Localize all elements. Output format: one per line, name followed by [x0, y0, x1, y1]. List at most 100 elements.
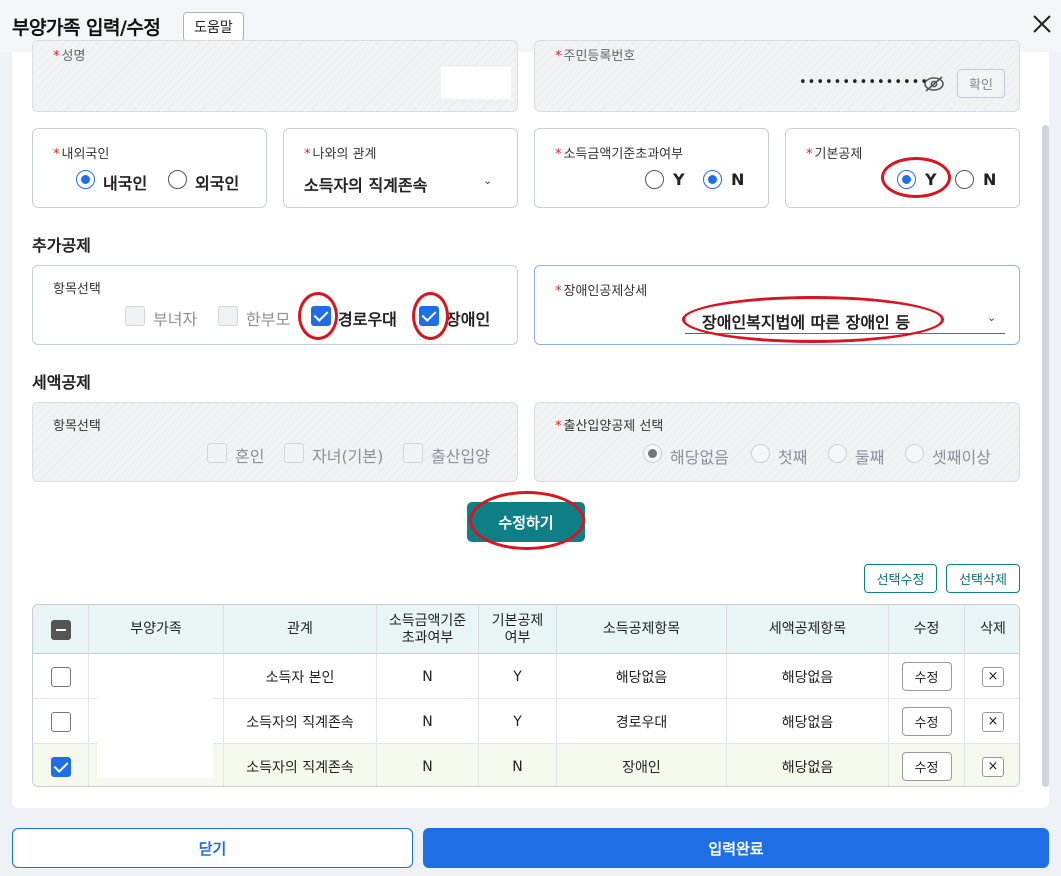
header-dependent: 부양가족 — [89, 605, 224, 654]
tax-credit-title: 세액공제 — [32, 373, 91, 392]
edit-cell: 수정 — [889, 654, 965, 699]
birth-adopt-label: * 출산입양공제 선택 — [555, 419, 664, 434]
header-income-exceed-line2: 초과여부 — [401, 629, 454, 646]
checkbox-senior[interactable] — [311, 306, 331, 326]
checkbox-single-parent[interactable] — [218, 306, 238, 326]
complete-button[interactable]: 입력완료 — [423, 828, 1049, 868]
checkbox-birth[interactable] — [403, 443, 423, 463]
row-checkbox[interactable] — [50, 756, 71, 777]
extra-deduction-title: 추가공제 — [32, 236, 91, 255]
checkbox-disabled[interactable] — [419, 306, 439, 326]
edit-selected-button[interactable]: 선택수정 — [864, 564, 937, 593]
checkbox-senior-label: 경로우대 — [338, 310, 397, 329]
checkbox-child[interactable] — [284, 443, 304, 463]
radio-birth-first-label: 첫째 — [778, 448, 808, 467]
tax-item-cell: 해당없음 — [727, 699, 889, 744]
radio-basic-n[interactable] — [955, 170, 974, 189]
checkbox-women[interactable] — [125, 306, 145, 326]
basic-cell: Y — [479, 699, 557, 744]
radio-birth-third[interactable] — [905, 444, 924, 463]
relation-card[interactable]: * 나와의 관계 소득자의 직계존속 ⌄ — [283, 128, 518, 208]
checkbox-child-label: 자녀(기본) — [312, 447, 384, 466]
header-basic-line1: 기본공제 — [491, 612, 544, 629]
help-button[interactable]: 도움말 — [183, 12, 244, 42]
name-label: * 성명 — [53, 49, 86, 64]
header-relation: 관계 — [224, 605, 377, 654]
rrn-label: * 주민등록번호 — [555, 49, 636, 64]
header-basic-line2: 여부 — [504, 629, 531, 646]
checkbox-women-label: 부녀자 — [153, 310, 198, 329]
header-select-all[interactable] — [33, 605, 89, 654]
radio-domestic[interactable] — [76, 170, 95, 189]
row-delete-button[interactable]: × — [982, 711, 1004, 732]
extra-items-card: 항목선택 부녀자 한부모 경로우대 장애인 — [32, 265, 518, 345]
relation-select[interactable]: 소득자의 직계존속 — [304, 172, 427, 196]
redacted-names — [97, 656, 213, 778]
nationality-card: * 내외국인 내국인 외국인 — [32, 128, 267, 208]
checkbox-disabled-label: 장애인 — [446, 310, 491, 329]
basic-cell: Y — [479, 654, 557, 699]
radio-basic-y[interactable] — [897, 170, 916, 189]
birth-adopt-card: * 출산입양공제 선택 해당없음 첫째 둘째 셋째이상 — [534, 402, 1020, 482]
row-edit-button[interactable]: 수정 — [901, 752, 952, 781]
delete-selected-button[interactable]: 선택삭제 — [946, 564, 1020, 593]
radio-birth-third-label: 셋째이상 — [932, 448, 991, 467]
row-select-cell — [33, 654, 89, 699]
radio-birth-none-label: 해당없음 — [670, 448, 729, 467]
row-select-cell — [33, 744, 89, 786]
relation-cell: 소득자의 직계존속 — [224, 744, 377, 786]
radio-basic-n-label: N — [983, 170, 997, 189]
header-income-exceed-line1: 소득금액기준 — [388, 612, 467, 629]
name-value-mask — [441, 67, 511, 99]
checkbox-marriage-label: 혼인 — [235, 447, 265, 466]
rrn-field: * 주민등록번호 ••••••••••••••• 확인 — [534, 40, 1020, 112]
select-all-checkbox[interactable] — [50, 619, 71, 640]
tax-item-cell: 해당없음 — [727, 744, 889, 786]
row-edit-button[interactable]: 수정 — [901, 707, 952, 736]
header-income-item: 소득공제항목 — [557, 605, 727, 654]
radio-birth-first[interactable] — [751, 444, 770, 463]
row-delete-button[interactable]: × — [982, 756, 1004, 777]
close-button[interactable]: 닫기 — [12, 828, 413, 868]
income-exceed-card: * 소득금액기준초과여부 Y N — [534, 128, 769, 208]
basic-cell: N — [479, 744, 557, 786]
header-basic: 기본공제 여부 — [479, 605, 557, 654]
delete-cell: × — [965, 699, 1019, 744]
radio-basic-y-label: Y — [925, 170, 937, 189]
scrollbar[interactable] — [1042, 125, 1049, 787]
radio-birth-second[interactable] — [828, 444, 847, 463]
checkbox-single-parent-label: 한부모 — [246, 310, 291, 329]
header-tax-item: 세액공제항목 — [727, 605, 889, 654]
radio-foreign-label: 외국인 — [195, 174, 240, 193]
radio-exceed-y[interactable] — [645, 170, 664, 189]
disability-detail-select[interactable]: 장애인복지법에 따른 장애인 등 — [702, 309, 910, 333]
row-edit-button[interactable]: 수정 — [901, 662, 952, 691]
name-field: * 성명 — [32, 40, 518, 112]
disability-detail-card[interactable]: * 장애인공제상세 장애인복지법에 따른 장애인 등 ⌄ — [534, 265, 1020, 345]
rrn-confirm-button[interactable]: 확인 — [957, 69, 1005, 98]
submit-edit-button[interactable]: 수정하기 — [467, 502, 585, 542]
income-item-cell: 경로우대 — [557, 699, 727, 744]
relation-label: * 나와의 관계 — [304, 147, 377, 162]
nationality-label: * 내외국인 — [53, 147, 110, 162]
row-checkbox[interactable] — [50, 711, 71, 732]
basic-deduction-card: * 기본공제 Y N — [785, 128, 1020, 208]
radio-foreign[interactable] — [168, 170, 187, 189]
row-checkbox[interactable] — [50, 666, 71, 687]
close-icon[interactable] — [1030, 12, 1054, 36]
header-edit: 수정 — [889, 605, 965, 654]
exceed-cell: N — [377, 744, 479, 786]
radio-exceed-n[interactable] — [703, 170, 722, 189]
delete-cell: × — [965, 654, 1019, 699]
extra-items-label: 항목선택 — [53, 282, 101, 297]
header-income-exceed: 소득금액기준 초과여부 — [377, 605, 479, 654]
relation-cell: 소득자 본인 — [224, 654, 377, 699]
disability-detail-label: * 장애인공제상세 — [555, 284, 648, 299]
row-delete-button[interactable]: × — [982, 666, 1004, 687]
checkbox-marriage[interactable] — [207, 443, 227, 463]
radio-birth-none[interactable] — [643, 444, 662, 463]
table-header: 부양가족 관계 소득금액기준 초과여부 기본공제 여부 소득공제항목 세액공제항… — [33, 605, 1019, 654]
exceed-cell: N — [377, 699, 479, 744]
tax-items-label: 항목선택 — [53, 419, 101, 434]
eye-off-icon[interactable] — [923, 75, 945, 93]
